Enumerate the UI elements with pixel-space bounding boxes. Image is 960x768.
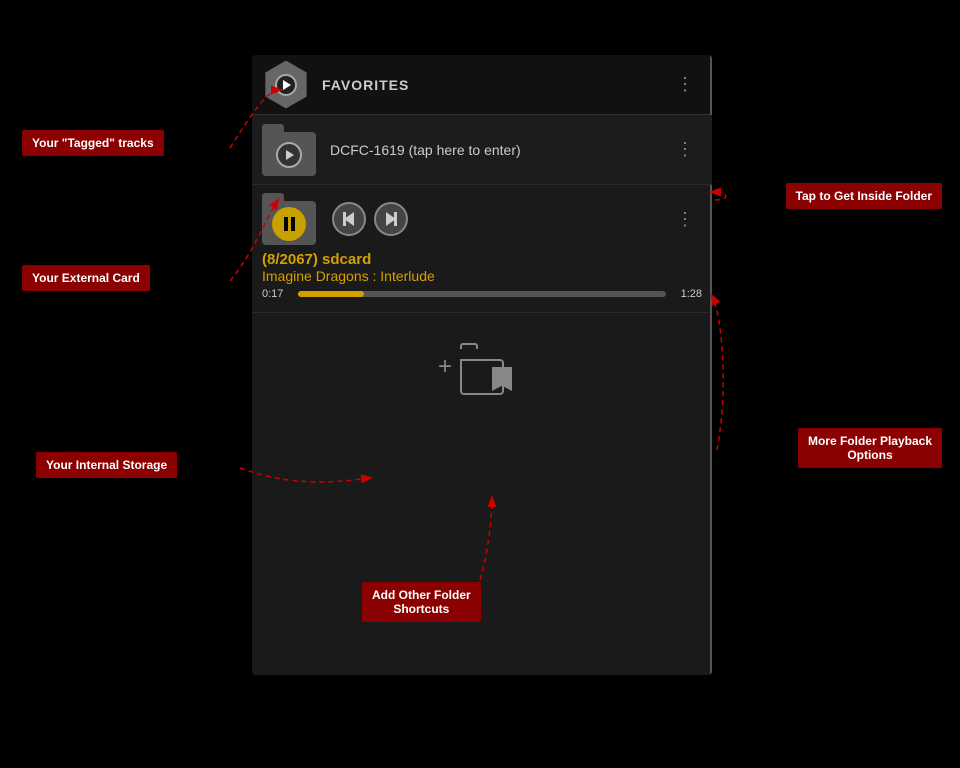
player-controls-row: ⋮ <box>262 193 702 245</box>
progress-fill <box>298 291 364 297</box>
previous-button[interactable] <box>332 202 366 236</box>
track-info: (8/2067) sdcard Imagine Dragons : Interl… <box>262 251 702 304</box>
now-playing-folder-icon <box>262 193 320 245</box>
time-elapsed: 0:17 <box>262 288 290 300</box>
folder-icon <box>262 124 320 176</box>
dcfc-folder-row[interactable]: DCFC-1619 (tap here to enter) ⋮ <box>252 115 712 185</box>
favorites-row[interactable]: FAVORITES ⋮ <box>252 55 712 115</box>
annotation-tap-folder: Tap to Get Inside Folder <box>786 183 942 209</box>
annotation-tagged: Your "Tagged" tracks <box>22 130 164 156</box>
track-name: Imagine Dragons : Interlude <box>262 268 702 284</box>
progress-row: 0:17 1:28 <box>262 288 702 300</box>
track-counter: (8/2067) sdcard <box>262 251 702 268</box>
app-panel: FAVORITES ⋮ DCFC-1619 (tap here to enter… <box>252 55 712 675</box>
annotation-add-shortcut: Add Other FolderShortcuts <box>362 582 481 622</box>
favorites-menu-button[interactable]: ⋮ <box>668 70 702 99</box>
add-folder-icon: + <box>452 343 512 395</box>
playback-controls <box>332 202 668 236</box>
pause-button[interactable] <box>272 207 306 241</box>
add-folder-row[interactable]: + <box>252 313 712 425</box>
folder-name: DCFC-1619 (tap here to enter) <box>330 142 668 158</box>
favorites-icon <box>262 61 310 109</box>
now-playing-menu-button[interactable]: ⋮ <box>668 205 702 234</box>
now-playing-section: ⋮ (8/2067) sdcard Imagine Dragons : Inte… <box>252 185 712 313</box>
favorites-label: FAVORITES <box>322 77 668 93</box>
annotation-more-options: More Folder PlaybackOptions <box>798 428 942 468</box>
time-total: 1:28 <box>674 288 702 300</box>
annotation-external: Your External Card <box>22 265 150 291</box>
progress-bar[interactable] <box>298 291 666 297</box>
folder-menu-button[interactable]: ⋮ <box>668 135 702 164</box>
annotation-internal: Your Internal Storage <box>36 452 177 478</box>
next-button[interactable] <box>374 202 408 236</box>
